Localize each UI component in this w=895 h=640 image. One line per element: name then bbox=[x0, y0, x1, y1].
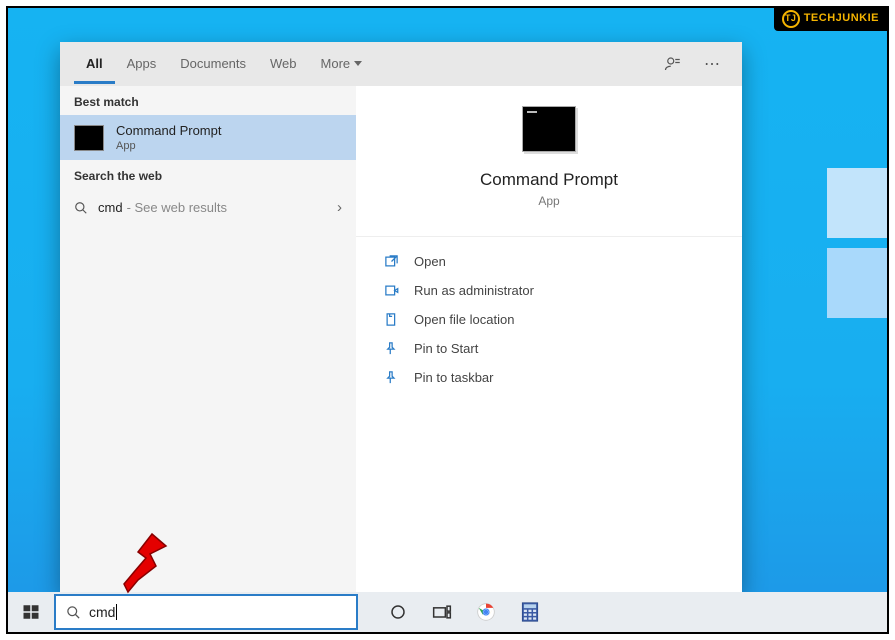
cmd-thumbnail-icon bbox=[74, 125, 104, 151]
action-pin-taskbar[interactable]: Pin to taskbar bbox=[356, 363, 742, 392]
pin-taskbar-icon bbox=[382, 370, 400, 385]
chrome-icon[interactable] bbox=[464, 592, 508, 632]
action-open-location[interactable]: Open file location bbox=[356, 305, 742, 334]
taskbar-search-box[interactable]: cmd bbox=[54, 594, 358, 630]
more-options-icon[interactable]: ⋯ bbox=[696, 54, 728, 74]
details-right-pane: Command Prompt App Open Run as administr… bbox=[356, 86, 742, 592]
search-icon bbox=[66, 605, 81, 620]
action-open-location-label: Open file location bbox=[414, 312, 514, 327]
open-icon bbox=[382, 254, 400, 269]
site-watermark: TJTECHJUNKIE bbox=[774, 8, 887, 31]
wallpaper-decor bbox=[827, 168, 889, 238]
action-open[interactable]: Open bbox=[356, 247, 742, 276]
web-query-text: cmd bbox=[98, 200, 123, 215]
tab-apps[interactable]: Apps bbox=[115, 44, 169, 84]
search-input-text: cmd bbox=[89, 604, 356, 620]
chevron-right-icon: › bbox=[337, 199, 342, 216]
action-run-admin-label: Run as administrator bbox=[414, 283, 534, 298]
pin-start-icon bbox=[382, 341, 400, 356]
app-title: Command Prompt bbox=[480, 170, 618, 190]
best-match-result[interactable]: Command Prompt App bbox=[60, 115, 356, 160]
task-view-icon[interactable] bbox=[420, 592, 464, 632]
search-icon bbox=[74, 201, 88, 215]
action-list: Open Run as administrator Open file loca… bbox=[356, 236, 742, 402]
windows-logo-icon bbox=[22, 603, 40, 621]
cortana-icon[interactable] bbox=[376, 592, 420, 632]
start-search-panel: All Apps Documents Web More ⋯ Best match… bbox=[60, 42, 742, 592]
calculator-icon[interactable] bbox=[508, 592, 552, 632]
tab-all[interactable]: All bbox=[74, 44, 115, 84]
app-subtitle: App bbox=[538, 194, 559, 208]
action-pin-start-label: Pin to Start bbox=[414, 341, 478, 356]
action-pin-taskbar-label: Pin to taskbar bbox=[414, 370, 494, 385]
feedback-icon[interactable] bbox=[664, 55, 696, 73]
action-pin-start[interactable]: Pin to Start bbox=[356, 334, 742, 363]
best-match-title: Command Prompt bbox=[116, 123, 221, 138]
admin-icon bbox=[382, 283, 400, 298]
search-tabs: All Apps Documents Web More ⋯ bbox=[60, 42, 742, 86]
web-query-hint: - See web results bbox=[127, 200, 227, 215]
folder-icon bbox=[382, 312, 400, 327]
tab-more[interactable]: More bbox=[309, 44, 375, 84]
taskbar: cmd bbox=[8, 592, 887, 632]
tab-web[interactable]: Web bbox=[258, 44, 309, 84]
action-run-admin[interactable]: Run as administrator bbox=[356, 276, 742, 305]
action-open-label: Open bbox=[414, 254, 446, 269]
results-left-pane: Best match Command Prompt App Search the… bbox=[60, 86, 356, 592]
search-web-label: Search the web bbox=[60, 160, 356, 189]
app-large-icon bbox=[522, 106, 576, 152]
best-match-label: Best match bbox=[60, 86, 356, 115]
web-search-result[interactable]: cmd - See web results › bbox=[60, 189, 356, 226]
wallpaper-decor bbox=[827, 248, 889, 318]
start-button[interactable] bbox=[8, 592, 54, 632]
tab-documents[interactable]: Documents bbox=[168, 44, 258, 84]
best-match-subtitle: App bbox=[116, 140, 221, 152]
